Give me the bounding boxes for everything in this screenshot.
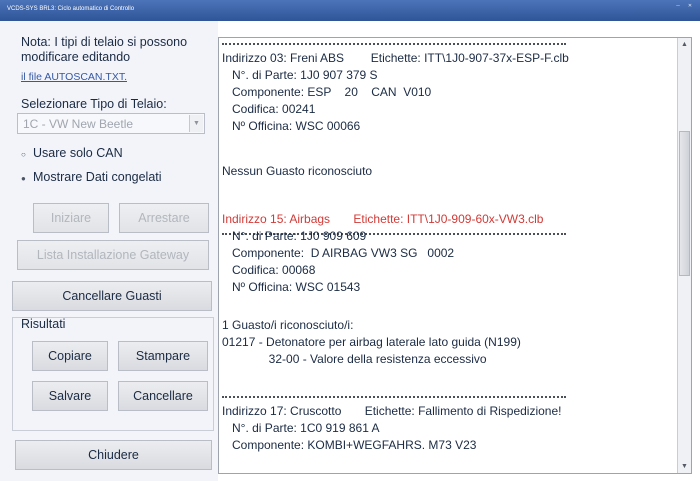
chassis-type-value: 1C - VW New Beetle <box>23 117 134 131</box>
log-line: Nº Officina: WSC 01543 <box>222 280 361 294</box>
freeze-frame-label: Mostrare Dati congelati <box>33 170 162 184</box>
chassis-type-select[interactable]: 1C - VW New Beetle ▼ <box>17 113 205 134</box>
note-line: Nota: I tipi di telaio si possono <box>21 35 188 49</box>
autoscan-window: VCDS-SYS BRL3: Ciclo automatico di Contr… <box>0 0 700 481</box>
log-line: 32-00 - Valore della resistenza eccessiv… <box>222 352 487 366</box>
freeze-frame-option[interactable]: ● Mostrare Dati congelati <box>21 170 162 184</box>
log-line: N°. di Parte: 1C0 919 861 A <box>222 421 380 435</box>
note-text: Nota: I tipi di telaio si possono modifi… <box>21 35 187 65</box>
title-bar: VCDS-SYS BRL3: Ciclo automatico di Contr… <box>0 0 700 21</box>
radio-unselected-icon[interactable]: ○ <box>21 150 29 159</box>
gateway-list-button[interactable]: Lista Installazione Gateway <box>17 240 209 270</box>
log-line: N°. di Parte: 1J0 909 609 <box>222 229 367 243</box>
log-line: Codifica: 00068 <box>222 263 316 277</box>
can-only-option[interactable]: ○ Usare solo CAN <box>21 146 123 160</box>
can-only-label: Usare solo CAN <box>33 146 123 160</box>
scan-results-log[interactable]: Indirizzo 03: Freni ABS Etichette: ITT\1… <box>218 37 692 474</box>
window-title: VCDS-SYS BRL3: Ciclo automatico di Contr… <box>7 6 135 12</box>
log-line: Codifica: 00241 <box>222 102 316 116</box>
note-line: modificare editando <box>21 50 131 64</box>
chevron-down-icon[interactable]: ▼ <box>189 115 203 132</box>
log-line: Nessun Guasto riconosciuto <box>222 164 373 178</box>
print-button[interactable]: Stampare <box>118 341 208 371</box>
radio-selected-icon[interactable]: ● <box>21 174 29 183</box>
chassis-type-label: Selezionare Tipo di Telaio: <box>21 97 167 111</box>
autoscan-file-link[interactable]: il file AUTOSCAN.TXT. <box>21 71 127 83</box>
start-button[interactable]: Iniziare <box>33 203 109 233</box>
log-line: N°. di Parte: 1J0 907 379 S <box>222 68 378 82</box>
log-line: Nº Officina: WSC 00066 <box>222 119 361 133</box>
results-group <box>12 317 214 431</box>
stop-button[interactable]: Arrestare <box>119 203 209 233</box>
log-line: 1 Guasto/i riconosciuto/i: <box>222 318 354 332</box>
log-line: Componente: D AIRBAG VW3 SG 0002 <box>222 246 455 260</box>
vertical-scrollbar[interactable]: ▲ ▼ <box>677 38 691 473</box>
save-button[interactable]: Salvare <box>32 381 108 411</box>
scroll-thumb[interactable] <box>679 131 690 276</box>
log-line: Indirizzo 03: Freni ABS Etichette: ITT\1… <box>222 51 569 65</box>
close-button[interactable]: Chiudere <box>15 440 212 470</box>
separator-line <box>222 43 566 45</box>
scroll-down-icon[interactable]: ▼ <box>678 460 691 473</box>
minimize-icon[interactable]: ─ <box>674 3 682 10</box>
results-label: Risultati <box>21 317 66 331</box>
log-line: Componente: ESP 20 CAN V010 <box>222 85 432 99</box>
separator-line <box>222 396 566 398</box>
log-line: Indirizzo 17: Cruscotto Etichette: Falli… <box>222 404 562 418</box>
delete-button[interactable]: Cancellare <box>118 381 208 411</box>
log-line: Componente: KOMBI+WEGFAHRS. M73 V23 <box>222 438 477 452</box>
close-icon[interactable]: ✕ <box>686 3 694 10</box>
clear-faults-button[interactable]: Cancellare Guasti <box>12 281 212 311</box>
log-line: 01217 - Detonatore per airbag laterale l… <box>222 335 521 349</box>
log-line: Indirizzo 15: Airbags Etichette: ITT\1J0… <box>222 212 544 226</box>
copy-button[interactable]: Copiare <box>32 341 108 371</box>
scroll-up-icon[interactable]: ▲ <box>678 38 691 51</box>
